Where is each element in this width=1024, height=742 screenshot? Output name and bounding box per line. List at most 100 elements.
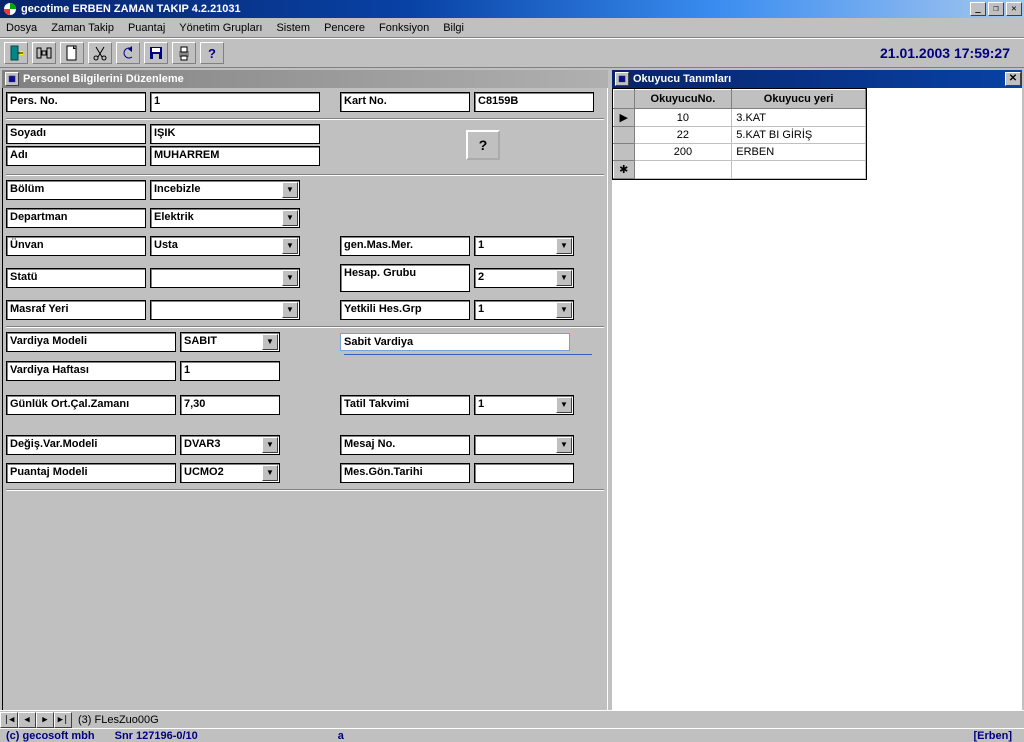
gunluk-field[interactable]: 7,30 bbox=[180, 395, 280, 415]
chevron-down-icon[interactable]: ▼ bbox=[282, 302, 298, 318]
cut-button[interactable] bbox=[88, 42, 112, 64]
menu-dosya[interactable]: Dosya bbox=[6, 22, 37, 34]
degis-select[interactable]: DVAR3▼ bbox=[180, 435, 280, 455]
menu-yonetim[interactable]: Yönetim Grupları bbox=[179, 22, 262, 34]
chevron-down-icon[interactable]: ▼ bbox=[556, 238, 572, 254]
status-site: [Erben] bbox=[974, 730, 1013, 742]
col-okuyucuno[interactable]: OkuyucuNo. bbox=[634, 90, 732, 109]
nav-prev-button[interactable]: ◀ bbox=[18, 712, 36, 728]
unvan-label: Ünvan bbox=[6, 236, 146, 256]
help-question-button[interactable]: ? bbox=[466, 130, 500, 160]
window-okuyucu-title[interactable]: ▦ Okuyucu Tanımları ✕ bbox=[612, 70, 1022, 88]
hesap-label: Hesap. Grubu bbox=[340, 264, 470, 292]
toolbar: ? 21.01.2003 17:59:27 bbox=[0, 38, 1024, 68]
menu-puantaj[interactable]: Puantaj bbox=[128, 22, 165, 34]
table-row[interactable]: 200 ERBEN bbox=[614, 144, 866, 161]
tatil-label: Tatil Takvimi bbox=[340, 395, 470, 415]
chevron-down-icon[interactable]: ▼ bbox=[556, 270, 572, 286]
yetkili-select[interactable]: 1▼ bbox=[474, 300, 574, 320]
nav-record-label: (3) FLesZuo00G bbox=[78, 714, 159, 726]
chevron-down-icon[interactable]: ▼ bbox=[282, 210, 298, 226]
genmas-label: gen.Mas.Mer. bbox=[340, 236, 470, 256]
kartno-label: Kart No. bbox=[340, 92, 470, 112]
genmas-select[interactable]: 1▼ bbox=[474, 236, 574, 256]
tool-btn-2[interactable] bbox=[32, 42, 56, 64]
status-bar: (c) gecosoft mbh Snr 127196-0/10 a [Erbe… bbox=[0, 728, 1024, 742]
soyadi-field[interactable]: IŞIK bbox=[150, 124, 320, 144]
right-record-nav: |◀ ◀ ▶ ▶| (3) FLesZuo00G bbox=[0, 710, 1024, 728]
menu-fonksiyon[interactable]: Fonksiyon bbox=[379, 22, 429, 34]
undo-button[interactable] bbox=[116, 42, 140, 64]
close-button[interactable]: ✕ bbox=[1006, 2, 1022, 16]
menu-bilgi[interactable]: Bilgi bbox=[443, 22, 464, 34]
hesap-select[interactable]: 2▼ bbox=[474, 268, 574, 288]
menu-pencere[interactable]: Pencere bbox=[324, 22, 365, 34]
menu-zaman-takip[interactable]: Zaman Takip bbox=[51, 22, 114, 34]
nav-first-button[interactable]: |◀ bbox=[0, 712, 18, 728]
chevron-down-icon[interactable]: ▼ bbox=[262, 437, 278, 453]
chevron-down-icon[interactable]: ▼ bbox=[282, 270, 298, 286]
minimize-button[interactable]: _ bbox=[970, 2, 986, 16]
persno-field[interactable]: 1 bbox=[150, 92, 320, 112]
gunluk-label: Günlük Ort.Çal.Zamanı bbox=[6, 395, 176, 415]
table-row[interactable]: ▶ 10 3.KAT bbox=[614, 109, 866, 127]
nav-next-button[interactable]: ▶ bbox=[36, 712, 54, 728]
vardiya-haftasi-field[interactable]: 1 bbox=[180, 361, 280, 381]
status-snr: Snr 127196-0/10 bbox=[115, 730, 198, 742]
print-button[interactable] bbox=[172, 42, 196, 64]
puantaj-select[interactable]: UCMO2▼ bbox=[180, 463, 280, 483]
row-indicator: ▶ bbox=[614, 109, 635, 127]
chevron-down-icon[interactable]: ▼ bbox=[282, 182, 298, 198]
sabit-vardiya-field: Sabit Vardiya bbox=[340, 333, 570, 351]
masraf-select[interactable]: ▼ bbox=[150, 300, 300, 320]
table-row[interactable]: 22 5.KAT BI GİRİŞ bbox=[614, 127, 866, 144]
chevron-down-icon[interactable]: ▼ bbox=[556, 397, 572, 413]
col-okuyucu-yeri[interactable]: Okuyucu yeri bbox=[732, 90, 866, 109]
adi-field[interactable]: MUHARREM bbox=[150, 146, 320, 166]
bolum-label: Bölüm bbox=[6, 180, 146, 200]
vardiya-model-label: Vardiya Modeli bbox=[6, 332, 176, 352]
kartno-field[interactable]: C8159B bbox=[474, 92, 594, 112]
yetkili-label: Yetkili Hes.Grp bbox=[340, 300, 470, 320]
window-close-button[interactable]: ✕ bbox=[1005, 72, 1021, 86]
departman-select[interactable]: Elektrik▼ bbox=[150, 208, 300, 228]
datetime-display: 21.01.2003 17:59:27 bbox=[880, 45, 1020, 61]
degis-label: Değiş.Var.Modeli bbox=[6, 435, 176, 455]
save-button[interactable] bbox=[144, 42, 168, 64]
window-personel-title[interactable]: ▦ Personel Bilgilerini Düzenleme bbox=[2, 70, 608, 88]
vardiya-model-select[interactable]: SABIT▼ bbox=[180, 332, 280, 352]
maximize-button[interactable]: ❐ bbox=[988, 2, 1004, 16]
exit-button[interactable] bbox=[4, 42, 28, 64]
window-okuyucu: ▦ Okuyucu Tanımları ✕ OkuyucuNo. Okuyucu… bbox=[610, 68, 1024, 728]
chevron-down-icon[interactable]: ▼ bbox=[556, 437, 572, 453]
tatil-select[interactable]: 1▼ bbox=[474, 395, 574, 415]
app-icon bbox=[3, 2, 17, 16]
new-row-indicator: ✱ bbox=[614, 161, 635, 179]
mesgon-label: Mes.Gön.Tarihi bbox=[340, 463, 470, 483]
chevron-down-icon[interactable]: ▼ bbox=[556, 302, 572, 318]
statu-select[interactable]: ▼ bbox=[150, 268, 300, 288]
unvan-select[interactable]: Usta▼ bbox=[150, 236, 300, 256]
status-mid: a bbox=[338, 730, 344, 742]
mesaj-select[interactable]: ▼ bbox=[474, 435, 574, 455]
svg-text:?: ? bbox=[208, 46, 216, 61]
bolum-select[interactable]: Incebizle▼ bbox=[150, 180, 300, 200]
menu-sistem[interactable]: Sistem bbox=[276, 22, 310, 34]
app-titlebar: gecotime ERBEN ZAMAN TAKIP 4.2.21031 _ ❐… bbox=[0, 0, 1024, 18]
table-row-new[interactable]: ✱ bbox=[614, 161, 866, 179]
okuyucu-grid[interactable]: OkuyucuNo. Okuyucu yeri ▶ 10 3.KAT 22 5.… bbox=[612, 88, 867, 180]
chevron-down-icon[interactable]: ▼ bbox=[262, 334, 278, 350]
menu-bar: Dosya Zaman Takip Puantaj Yönetim Grupla… bbox=[0, 18, 1024, 38]
nav-last-button[interactable]: ▶| bbox=[54, 712, 72, 728]
grid-corner bbox=[614, 90, 635, 109]
masraf-label: Masraf Yeri bbox=[6, 300, 146, 320]
mesgon-field[interactable] bbox=[474, 463, 574, 483]
chevron-down-icon[interactable]: ▼ bbox=[282, 238, 298, 254]
new-button[interactable] bbox=[60, 42, 84, 64]
chevron-down-icon[interactable]: ▼ bbox=[262, 465, 278, 481]
puantaj-label: Puantaj Modeli bbox=[6, 463, 176, 483]
help-button[interactable]: ? bbox=[200, 42, 224, 64]
statu-label: Statü bbox=[6, 268, 146, 288]
adi-label: Adı bbox=[6, 146, 146, 166]
persno-label: Pers. No. bbox=[6, 92, 146, 112]
